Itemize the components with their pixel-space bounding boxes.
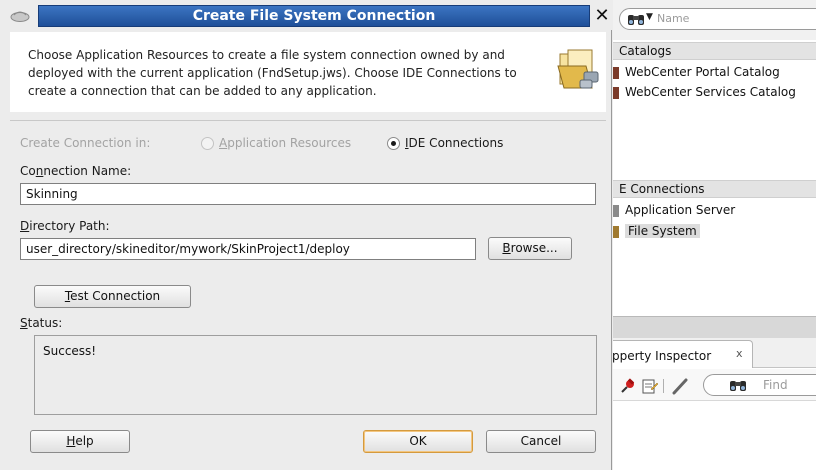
connection-item-file-system[interactable]: File System [625, 224, 700, 238]
radio-ide-connections-label: IDE Connections [405, 136, 504, 150]
status-label: Status: [20, 316, 63, 330]
close-icon[interactable]: ✕ [594, 7, 610, 25]
connection-item-application-server[interactable]: Application Server [625, 203, 735, 217]
dialog-description: Choose Application Resources to create a… [28, 48, 517, 98]
test-connection-button[interactable]: Test Connection [34, 285, 191, 308]
pin-icon[interactable] [619, 377, 637, 395]
radio-application-resources[interactable] [201, 137, 214, 150]
find-placeholder: Find [763, 378, 788, 392]
panel-splitter[interactable] [613, 316, 816, 338]
connection-icon [613, 205, 619, 217]
catalogs-header[interactable]: Catalogs [613, 42, 816, 60]
cancel-button[interactable]: Cancel [486, 430, 596, 453]
catalog-item-portal[interactable]: WebCenter Portal Catalog [625, 65, 780, 79]
radio-application-resources-label: Application Resources [219, 136, 352, 150]
connection-name-label: Connection Name: [20, 164, 132, 178]
inspector-tab-bar: pperty Inspector x [613, 338, 816, 368]
close-tab-icon[interactable]: x [736, 347, 743, 360]
catalog-item-services[interactable]: WebCenter Services Catalog [625, 85, 796, 99]
catalog-icon [613, 87, 619, 99]
status-text: Success! [43, 344, 97, 358]
connection-name-input[interactable] [20, 183, 596, 205]
status-box: Success! [34, 335, 597, 415]
toolbar-divider [663, 379, 664, 393]
resource-palette-panel: ▼ Name Catalogs WebCenter Portal Catalog… [613, 0, 816, 470]
directory-path-input[interactable] [20, 238, 476, 260]
find-input[interactable] [703, 374, 816, 396]
help-button[interactable]: Help [30, 430, 130, 453]
edit-icon[interactable] [641, 377, 659, 395]
header-separator [10, 120, 606, 121]
create-file-system-connection-dialog: Create File System Connection ✕ Choose A… [0, 0, 612, 470]
tab-property-inspector[interactable]: pperty Inspector x [613, 340, 753, 368]
dialog-title: Create File System Connection [192, 8, 436, 24]
window-menu-icon[interactable] [10, 10, 30, 22]
ok-button[interactable]: OK [363, 430, 473, 453]
tab-property-inspector-label: pperty Inspector [613, 349, 712, 363]
browse-button[interactable]: Browse... [488, 237, 572, 260]
connection-icon [613, 226, 619, 238]
create-connection-in-label: Create Connection in: [20, 136, 151, 150]
inspector-toolbar: Find [613, 369, 816, 401]
catalog-icon [613, 67, 619, 79]
resource-search-bar: ▼ Name [613, 0, 816, 40]
dialog-header: Choose Application Resources to create a… [10, 32, 606, 112]
pencil-icon[interactable] [671, 377, 689, 395]
resource-search-placeholder: Name [657, 12, 690, 25]
dialog-title-bar: Create File System Connection ✕ [0, 0, 612, 30]
radio-selected-dot [391, 141, 396, 146]
radio-ide-connections[interactable] [387, 137, 400, 150]
directory-path-label: Directory Path: [20, 219, 110, 233]
title-bar-gradient: Create File System Connection [38, 5, 590, 27]
binoculars-icon[interactable] [627, 12, 645, 26]
binoculars-icon[interactable] [729, 378, 747, 392]
ide-connections-header[interactable]: E Connections [613, 180, 816, 198]
chevron-down-icon[interactable]: ▼ [646, 12, 653, 22]
folder-connection-icon [557, 49, 599, 89]
